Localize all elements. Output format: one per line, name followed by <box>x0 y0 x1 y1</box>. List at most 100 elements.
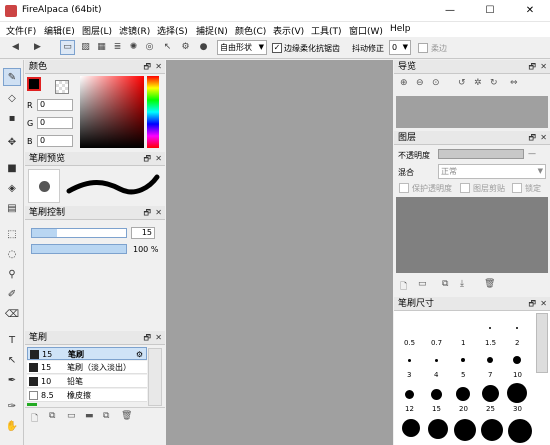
sv-picker[interactable] <box>80 76 144 148</box>
size-cell-1.5[interactable]: 1.5 <box>477 323 504 347</box>
float-icon[interactable]: 🗗 <box>528 297 536 311</box>
brush-item[interactable]: 8.5 橡皮擦 <box>27 389 147 402</box>
bucket-tool-icon[interactable]: ◈ <box>3 180 21 198</box>
lock-checkbox[interactable] <box>512 183 522 193</box>
menu-select[interactable]: 选择(S) <box>157 24 188 37</box>
tremor-select[interactable]: 0 ▼ <box>389 40 411 55</box>
new-folder-icon[interactable]: ▭ <box>418 279 427 289</box>
primary-color-swatch[interactable] <box>27 77 41 91</box>
select-pen-tool-icon[interactable]: ✐ <box>3 286 21 304</box>
snap-vanish-icon[interactable]: ≣ <box>110 40 125 55</box>
gradient-tool-icon[interactable]: ▤ <box>3 200 21 218</box>
canvas-area[interactable] <box>166 60 393 445</box>
snap-circle-icon[interactable]: ◎ <box>142 40 157 55</box>
brush-item[interactable]: 10 铅笔 <box>27 375 147 388</box>
select-eraser-tool-icon[interactable]: ⌫ <box>3 306 21 324</box>
b-input[interactable]: 0 <box>37 135 73 147</box>
size-cell-0.5[interactable]: 0.5 <box>396 323 423 347</box>
close-icon[interactable]: ✕ <box>540 297 547 311</box>
float-icon[interactable]: 🗗 <box>143 60 151 74</box>
rotate-right-icon[interactable]: ↻ <box>490 78 498 88</box>
edge-checkbox[interactable]: ✓ <box>272 43 282 53</box>
close-button[interactable]: ✕ <box>510 0 550 22</box>
hand-tool-icon[interactable]: ✋ <box>3 418 21 436</box>
close-icon[interactable]: ✕ <box>540 60 547 74</box>
close-icon[interactable]: ✕ <box>155 60 162 74</box>
close-icon[interactable]: ✕ <box>540 131 547 145</box>
secondary-color-swatch[interactable] <box>55 80 69 94</box>
rect-fill-tool-icon[interactable]: ■ <box>3 160 21 178</box>
duplicate-layer-icon[interactable]: ⧉ <box>442 279 448 289</box>
navigator-preview[interactable] <box>396 96 548 128</box>
size-cell-12[interactable]: 12 <box>396 383 423 413</box>
lasso-tool-icon[interactable]: ◌ <box>3 246 21 264</box>
brush-item[interactable]: 15 笔刷 ⚙ <box>27 347 147 360</box>
size-cell-4[interactable]: 4 <box>423 351 450 379</box>
menu-edit[interactable]: 编辑(E) <box>44 24 75 37</box>
size-cell-7[interactable]: 7 <box>477 351 504 379</box>
hue-slider[interactable] <box>147 76 159 148</box>
magic-wand-tool-icon[interactable]: ⚲ <box>3 266 21 284</box>
menu-layer[interactable]: 图层(L) <box>82 24 112 37</box>
snap-checkbox[interactable] <box>418 43 428 53</box>
gear-icon[interactable]: ⚙ <box>136 348 143 361</box>
select-tool-icon[interactable]: ⬚ <box>3 226 21 244</box>
close-icon[interactable]: ✕ <box>155 152 162 166</box>
size-cell-10[interactable]: 10 <box>504 351 531 379</box>
dot-tool-icon[interactable]: ▪ <box>3 110 21 128</box>
size-cell-2[interactable]: 2 <box>504 323 531 347</box>
menu-filter[interactable]: 滤镜(R) <box>119 24 150 37</box>
flip-icon[interactable]: ⇔ <box>510 78 518 88</box>
brush-list-scrollbar[interactable] <box>148 348 162 406</box>
import-icon[interactable]: ⧉ <box>103 411 109 421</box>
float-icon[interactable]: 🗗 <box>143 206 151 220</box>
snap-radial-icon[interactable]: ✺ <box>126 40 141 55</box>
zoom-in-icon[interactable]: ⊕ <box>400 78 408 88</box>
menu-view[interactable]: 表示(V) <box>273 24 304 37</box>
prev-icon[interactable]: ◀ <box>8 40 23 55</box>
minimize-button[interactable]: — <box>430 0 470 22</box>
float-icon[interactable]: 🗗 <box>528 131 536 145</box>
layer-list[interactable] <box>396 197 548 273</box>
merge-layer-icon[interactable]: ⤓ <box>460 279 464 289</box>
brush-tool-icon[interactable]: ✎ <box>3 68 21 86</box>
close-icon[interactable]: ✕ <box>155 206 162 220</box>
text-tool-icon[interactable]: T <box>3 332 21 350</box>
size-cell-15[interactable]: 15 <box>423 383 450 413</box>
snap-cross-icon[interactable]: ▦ <box>94 40 109 55</box>
next-icon[interactable]: ▶ <box>30 40 45 55</box>
close-icon[interactable]: ✕ <box>155 331 162 345</box>
menu-window[interactable]: 窗口(W) <box>349 24 383 37</box>
protect-checkbox[interactable] <box>399 183 409 193</box>
eyedropper-tool-icon[interactable]: ✒ <box>3 372 21 390</box>
new-brush-icon[interactable]: 🗋 <box>31 411 38 427</box>
new-layer-icon[interactable]: 🗋 <box>400 279 407 295</box>
size-cell-30[interactable]: 30 <box>504 383 531 413</box>
r-input[interactable]: 0 <box>37 99 73 111</box>
blend-select[interactable]: 正常 ▼ <box>438 164 546 179</box>
menu-snap[interactable]: 捕捉(N) <box>196 24 228 37</box>
brush-item[interactable]: 15 笔刷（淡入淡出） <box>27 361 147 374</box>
operation-tool-icon[interactable]: ↖ <box>3 352 21 370</box>
size-cell-20[interactable]: 20 <box>450 383 477 413</box>
zoom-fit-icon[interactable]: ⊙ <box>432 78 440 88</box>
copy-brush-icon[interactable]: ⧉ <box>49 411 55 421</box>
float-icon[interactable]: 🗗 <box>528 60 536 74</box>
rotate-reset-icon[interactable]: ✲ <box>474 78 482 88</box>
delete-icon[interactable]: 🗑 <box>121 411 132 421</box>
brush-size-slider[interactable] <box>31 228 127 238</box>
menu-help[interactable]: Help <box>390 24 411 34</box>
menu-tools[interactable]: 工具(T) <box>311 24 342 37</box>
delete-layer-icon[interactable]: 🗑 <box>484 279 495 289</box>
maximize-button[interactable]: ☐ <box>470 0 510 22</box>
size-cell-1[interactable]: 1 <box>450 323 477 347</box>
menu-file[interactable]: 文件(F) <box>6 24 36 37</box>
zoom-out-icon[interactable]: ⊖ <box>416 78 424 88</box>
eraser-tool-icon[interactable]: ◇ <box>3 90 21 108</box>
brush-size-scrollbar[interactable] <box>536 313 548 373</box>
folder-open-icon[interactable]: ▬ <box>85 411 94 421</box>
brush-size-input[interactable]: 15 <box>131 227 155 239</box>
g-input[interactable]: 0 <box>37 117 73 129</box>
dot-icon[interactable]: ● <box>196 40 211 55</box>
size-cell-0.7[interactable]: 0.7 <box>423 323 450 347</box>
